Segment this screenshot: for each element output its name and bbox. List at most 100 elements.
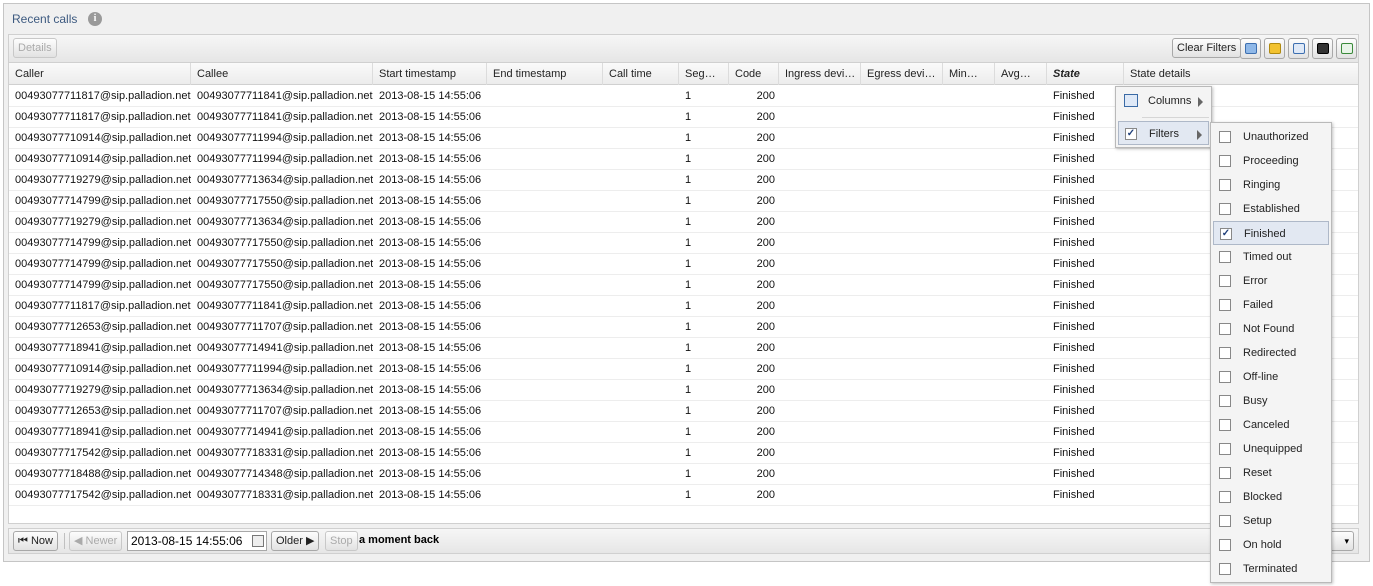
filter-checkbox[interactable] <box>1219 299 1231 311</box>
column-header[interactable]: Seg… <box>679 63 729 85</box>
column-header[interactable]: Ingress devi… <box>779 63 861 85</box>
filter-checkbox[interactable] <box>1219 563 1231 575</box>
filter-checkbox[interactable] <box>1219 347 1231 359</box>
open-folder-icon[interactable] <box>1264 38 1285 59</box>
column-header[interactable]: Min… <box>943 63 995 85</box>
filter-checkbox[interactable] <box>1219 419 1231 431</box>
table-row[interactable]: 00493077712653@sip.palladion.net 00493077… <box>9 317 1358 338</box>
column-header[interactable]: State details <box>1124 63 1358 85</box>
code-cell: 200 <box>756 132 775 144</box>
state-cell: Finished <box>1053 174 1095 186</box>
filter-checkbox[interactable]: ✓ <box>1220 228 1232 240</box>
filter-item[interactable]: Reset <box>1213 461 1329 485</box>
refresh-icon[interactable] <box>1240 38 1261 59</box>
filter-checkbox[interactable] <box>1219 467 1231 479</box>
table-row[interactable]: 00493077718941@sip.palladion.net 00493077… <box>9 338 1358 359</box>
filter-item[interactable]: Error <box>1213 269 1329 293</box>
filters-checkbox[interactable]: ✓ <box>1125 128 1137 140</box>
calendar-icon[interactable] <box>252 535 264 547</box>
filter-item[interactable]: Terminated <box>1213 557 1329 581</box>
table-row[interactable]: 00493077719279@sip.palladion.net 00493077… <box>9 170 1358 191</box>
column-header[interactable]: State <box>1047 63 1124 85</box>
filter-item[interactable]: Timed out <box>1213 245 1329 269</box>
table-row[interactable]: 00493077714799@sip.palladion.net 00493077… <box>9 275 1358 296</box>
table-row[interactable]: 00493077717542@sip.palladion.net 00493077… <box>9 443 1358 464</box>
info-icon[interactable]: i <box>88 12 102 26</box>
filter-item[interactable]: Redirected <box>1213 341 1329 365</box>
column-header[interactable]: Callee <box>191 63 373 85</box>
filter-checkbox[interactable] <box>1219 443 1231 455</box>
newer-button[interactable]: ◀ Newer <box>69 531 123 551</box>
menu-item-filters[interactable]: ✓ Filters <box>1118 121 1209 145</box>
filter-checkbox[interactable] <box>1219 395 1231 407</box>
table-row[interactable]: 00493077718941@sip.palladion.net 00493077… <box>9 422 1358 443</box>
table-row[interactable]: 00493077719279@sip.palladion.net 00493077… <box>9 380 1358 401</box>
save-icon[interactable] <box>1312 38 1333 59</box>
column-header[interactable]: Call time <box>603 63 679 85</box>
stop-button[interactable]: Stop <box>325 531 358 551</box>
filter-item[interactable]: Blocked <box>1213 485 1329 509</box>
table-row[interactable]: 00493077719279@sip.palladion.net 00493077… <box>9 212 1358 233</box>
table-row[interactable]: 00493077710914@sip.palladion.net 00493077… <box>9 149 1358 170</box>
filter-item[interactable]: Ringing <box>1213 173 1329 197</box>
filter-item[interactable]: Proceeding <box>1213 149 1329 173</box>
filter-item[interactable]: Unequipped <box>1213 437 1329 461</box>
column-header[interactable]: Avg… <box>995 63 1047 85</box>
table-row[interactable]: 00493077711817@sip.palladion.net 00493077… <box>9 296 1358 317</box>
segments-cell: 1 <box>685 321 692 333</box>
code-cell: 200 <box>756 111 775 123</box>
filter-item[interactable]: Established <box>1213 197 1329 221</box>
filter-checkbox[interactable] <box>1219 275 1231 287</box>
start-timestamp-cell: 2013-08-15 14:55:06 <box>379 174 482 186</box>
filter-checkbox[interactable] <box>1219 491 1231 503</box>
filter-checkbox[interactable] <box>1219 179 1231 191</box>
filter-checkbox[interactable] <box>1219 539 1231 551</box>
filter-item[interactable]: Canceled <box>1213 413 1329 437</box>
column-header[interactable]: Start timestamp <box>373 63 487 85</box>
filter-label: Timed out <box>1243 251 1292 263</box>
filter-checkbox[interactable] <box>1219 251 1231 263</box>
date-field[interactable]: 2013-08-15 14:55:06 <box>127 531 267 551</box>
details-button[interactable]: Details <box>13 38 57 58</box>
filter-item[interactable]: Not Found <box>1213 317 1329 341</box>
filter-item[interactable]: Setup <box>1213 509 1329 533</box>
filter-checkbox[interactable] <box>1219 131 1231 143</box>
download-icon[interactable] <box>1336 38 1357 59</box>
filter-item[interactable]: ✓ Finished <box>1213 221 1329 245</box>
now-button[interactable]: ⏮ Now <box>13 531 58 551</box>
callee-cell: 00493077711994@sip.palladion.net <box>197 363 373 375</box>
table-row[interactable]: 00493077714799@sip.palladion.net 00493077… <box>9 191 1358 212</box>
table-row[interactable]: 00493077710914@sip.palladion.net 00493077… <box>9 359 1358 380</box>
filter-item[interactable]: Busy <box>1213 389 1329 413</box>
menu-separator <box>1142 117 1209 118</box>
segments-cell: 1 <box>685 237 692 249</box>
filter-item[interactable]: Off-line <box>1213 365 1329 389</box>
state-cell: Finished <box>1053 216 1095 228</box>
callee-cell: 00493077713634@sip.palladion.net <box>197 174 373 186</box>
table-row[interactable]: 00493077714799@sip.palladion.net 00493077… <box>9 233 1358 254</box>
column-header[interactable]: Caller <box>9 63 191 85</box>
table-row[interactable]: 00493077718488@sip.palladion.net 00493077… <box>9 464 1358 485</box>
filter-checkbox[interactable] <box>1219 515 1231 527</box>
filter-checkbox[interactable] <box>1219 371 1231 383</box>
column-header[interactable]: Egress devi… <box>861 63 943 85</box>
filter-checkbox[interactable] <box>1219 323 1231 335</box>
clear-filters-button[interactable]: Clear Filters <box>1172 38 1242 58</box>
filter-checkbox[interactable] <box>1219 203 1231 215</box>
segments-cell: 1 <box>685 132 692 144</box>
filter-item[interactable]: Unauthorized <box>1213 125 1329 149</box>
table-row[interactable]: 00493077712653@sip.palladion.net 00493077… <box>9 401 1358 422</box>
filter-item[interactable]: Failed <box>1213 293 1329 317</box>
code-cell: 200 <box>756 153 775 165</box>
callee-cell: 00493077718331@sip.palladion.net <box>197 447 373 459</box>
table-row[interactable]: 00493077714799@sip.palladion.net 00493077… <box>9 254 1358 275</box>
older-button[interactable]: Older ▶ <box>271 531 320 551</box>
menu-item-columns[interactable]: Columns <box>1118 89 1209 113</box>
filter-checkbox[interactable] <box>1219 155 1231 167</box>
callee-cell: 00493077713634@sip.palladion.net <box>197 384 373 396</box>
export-icon[interactable] <box>1288 38 1309 59</box>
column-header[interactable]: End timestamp <box>487 63 603 85</box>
filter-item[interactable]: On hold <box>1213 533 1329 557</box>
table-row[interactable]: 00493077717542@sip.palladion.net 00493077… <box>9 485 1358 506</box>
column-header[interactable]: Code <box>729 63 779 85</box>
